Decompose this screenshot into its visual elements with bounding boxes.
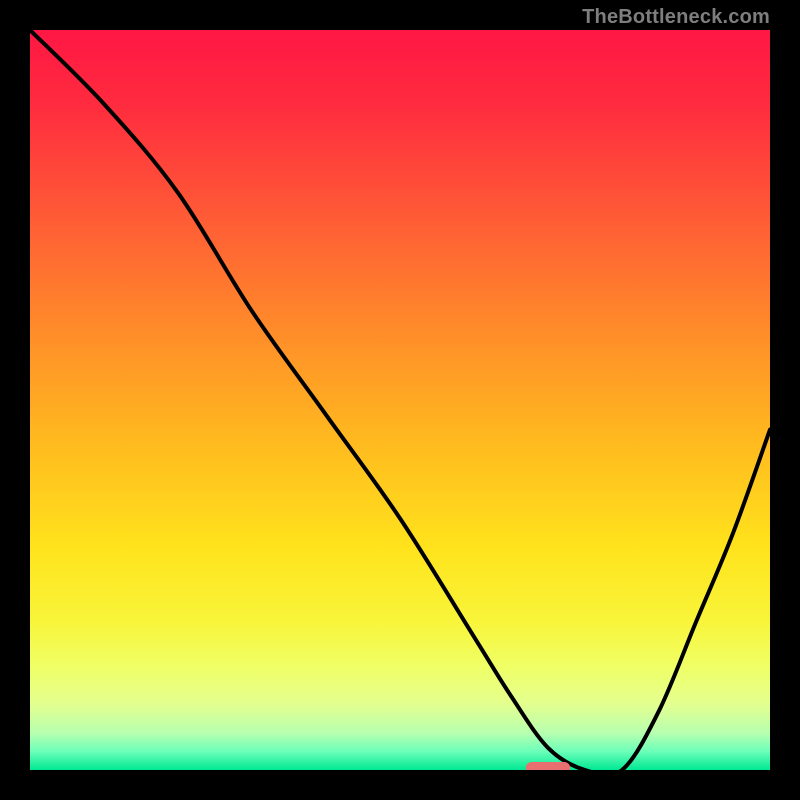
optimal-marker: [526, 762, 570, 770]
watermark-text: TheBottleneck.com: [582, 6, 770, 29]
chart-plot: [30, 30, 770, 770]
chart-frame: TheBottleneck.com: [0, 0, 800, 800]
gradient-background: [30, 30, 770, 770]
